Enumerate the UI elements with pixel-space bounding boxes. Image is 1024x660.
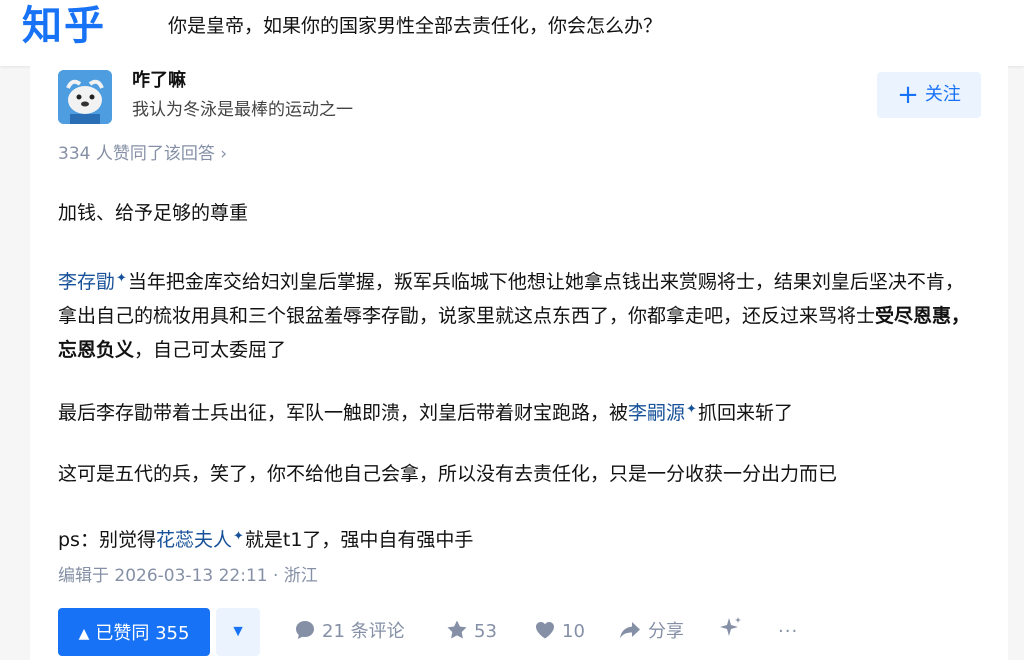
star-icon xyxy=(447,620,467,639)
paragraph-2: 李存勖✦当年把金库交给妇刘皇后掌握，叛军兵临城下他想让她拿点钱出来赏赐将士，结果… xyxy=(58,262,978,367)
share-label: 分享 xyxy=(648,621,684,642)
comment-button[interactable]: 21 条评论 xyxy=(294,608,405,656)
edit-meta[interactable]: 编辑于 2026-03-13 22:11 · 浙江 xyxy=(58,564,318,588)
vote-summary[interactable]: 334 人赞同了该回答 › xyxy=(58,142,227,166)
share-button[interactable]: 分享 xyxy=(618,608,684,656)
question-title[interactable]: 你是皇帝，如果你的国家男性全部去责任化，你会怎么办？ xyxy=(168,12,662,40)
paragraph-5-tail: 就是t1了，强中自有强中手 xyxy=(244,529,474,551)
follow-label: 关注 xyxy=(924,84,961,105)
sparkle-icon: ✦ xyxy=(116,271,127,286)
paragraph-1: 加钱、给予足够的尊重 xyxy=(58,202,249,224)
paragraph-3-tail: 抓回来斩了 xyxy=(697,402,793,424)
zhihu-logo[interactable]: 知乎 xyxy=(22,2,106,50)
sparkle-ai-icon xyxy=(720,617,741,636)
paragraph-4: 这可是五代的兵，笑了，你不给他自己会拿，所以没有去责任化，只是一分收获一分出力而… xyxy=(58,463,838,485)
like-count: 10 xyxy=(562,621,585,642)
triangle-up-icon: ▲ xyxy=(78,626,90,642)
comment-icon xyxy=(296,621,314,639)
action-bar: ▲ 已赞同 355 ▼ 21 条评论 53 10 分享 ··· xyxy=(58,608,978,658)
author-name[interactable]: 咋了嘛 xyxy=(132,68,186,94)
paragraph-3: 最后李存勖带着士兵出征，军队一触即溃，刘皇后带着财宝跑路，被李嗣源✦抓回来斩了 xyxy=(58,393,978,430)
favorite-button[interactable]: 53 xyxy=(446,608,497,656)
avatar[interactable] xyxy=(58,70,112,124)
paragraph-5-text: ps：别觉得 xyxy=(58,529,156,551)
paragraph-2-text: 当年把金库交给妇刘皇后掌握，叛军兵临城下他想让她拿点钱出来赏赐将士，结果刘皇后坚… xyxy=(58,271,964,327)
paragraph-3-text: 最后李存勖带着士兵出征，军队一触即溃，刘皇后带着财宝跑路，被 xyxy=(58,402,629,424)
link-li-cunxu[interactable]: 李存勖 xyxy=(58,271,115,293)
more-button[interactable]: ··· xyxy=(778,608,798,656)
downvote-button[interactable]: ▼ xyxy=(216,608,260,656)
triangle-down-icon: ▼ xyxy=(230,623,246,640)
comment-count: 21 条评论 xyxy=(322,621,405,642)
avatar-image xyxy=(58,70,112,124)
link-huarui-furen[interactable]: 花蕊夫人 xyxy=(156,529,232,551)
heart-icon xyxy=(536,622,554,639)
sparkle-icon: ✦ xyxy=(686,402,697,417)
top-bar: 知乎 你是皇帝，如果你的国家男性全部去责任化，你会怎么办？ xyxy=(0,0,1024,66)
paragraph-5: ps：别觉得花蕊夫人✦就是t1了，强中自有强中手 xyxy=(58,520,978,557)
upvote-label: 已赞同 355 xyxy=(95,623,190,644)
plus-icon: + xyxy=(897,80,919,110)
link-li-siyuan[interactable]: 李嗣源 xyxy=(628,402,685,424)
like-button[interactable]: 10 xyxy=(534,608,585,656)
ai-button[interactable] xyxy=(718,608,750,656)
upvote-button[interactable]: ▲ 已赞同 355 xyxy=(58,608,210,656)
answer-card: 咋了嘛 我认为冬泳是最棒的运动之一 + 关注 334 人赞同了该回答 › 加钱、给… xyxy=(30,66,1008,660)
author-bio: 我认为冬泳是最棒的运动之一 xyxy=(132,100,353,120)
favorite-count: 53 xyxy=(474,621,497,642)
paragraph-2-tail: ，自己可太委屈了 xyxy=(134,339,287,361)
sparkle-icon: ✦ xyxy=(232,529,244,544)
follow-button[interactable]: + 关注 xyxy=(877,72,981,118)
share-icon xyxy=(620,622,640,638)
